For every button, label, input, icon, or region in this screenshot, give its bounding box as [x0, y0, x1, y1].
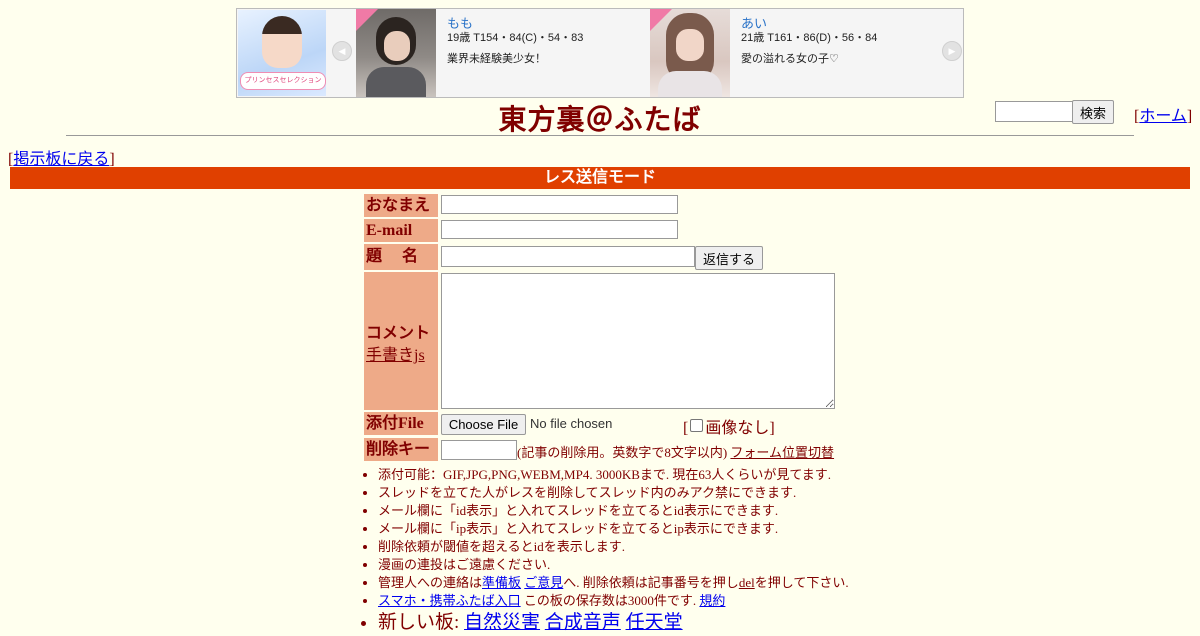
email-label: E-mail [364, 219, 438, 242]
form-position-toggle-link[interactable]: フォーム位置切替 [730, 445, 834, 460]
list-item: メール欄に「id表示」と入れてスレッドを立てるとid表示にできます. [378, 502, 938, 520]
comment-textarea[interactable] [441, 273, 835, 409]
submit-reply-button[interactable]: 返信する [695, 246, 763, 270]
ad-new-badge-icon [356, 9, 378, 31]
subject-label: 題 名 [364, 244, 438, 270]
list-item: スレッドを立てた人がレスを削除してスレッド内のみアク禁にできます. [378, 484, 938, 502]
home-link[interactable]: ホーム [1139, 108, 1187, 125]
list-item: スマホ・携帯ふたば入口 この板の保存数は3000件です. 規約 [378, 592, 938, 610]
ad-card[interactable]: もも 19歳 T154・84(C)・54・83 業界未経験美少女！ [356, 9, 648, 97]
search-button[interactable]: 検索 [1072, 100, 1114, 124]
no-image-label: 画像なし [705, 420, 770, 437]
choose-file-button[interactable]: Choose File [441, 414, 526, 435]
ad-logo-image[interactable]: プリンセスセレクション [238, 10, 326, 96]
subject-field[interactable] [441, 246, 695, 267]
file-status-text: No file chosen [530, 416, 613, 431]
feedback-link[interactable]: ご意見 [524, 575, 563, 590]
delete-key-label: 削除キー [364, 438, 438, 461]
header-divider [66, 135, 1134, 136]
home-link-group: [ホーム] [1134, 102, 1192, 126]
ad-logo-figure [262, 16, 302, 68]
ad-card-stats: 19歳 T154・84(C)・54・83 [447, 32, 584, 44]
name-field[interactable] [441, 195, 678, 214]
tegaki-link[interactable]: 手書きjs [366, 341, 425, 365]
delete-key-note: (記事の削除用。英数字で8文字以内) フォーム位置切替 [517, 442, 834, 461]
bracket-close: ] [109, 151, 115, 168]
name-label: おなまえ [364, 194, 438, 217]
comment-label: コメント [366, 325, 431, 342]
reply-mode-banner: レス送信モード [10, 167, 1190, 189]
del-link[interactable]: del [739, 575, 755, 590]
list-item: メール欄に「ip表示」と入れてスレッドを立てるとip表示にできます. [378, 520, 938, 538]
ad-photo-face [676, 29, 704, 61]
terms-link[interactable]: 規約 [699, 593, 725, 608]
ad-new-badge-icon [650, 9, 672, 31]
ad-photo[interactable] [356, 9, 436, 97]
ad-card-copy: 愛の溢れる女の子♡ [741, 53, 839, 65]
no-image-checkbox[interactable] [690, 419, 704, 432]
file-label: 添付File [364, 412, 438, 435]
ad-photo[interactable] [650, 9, 730, 97]
note-text: この板の保存数は3000件です. [520, 593, 700, 608]
note-text: を押して下さい. [754, 575, 849, 590]
email-field[interactable] [441, 220, 678, 239]
junbi-board-link[interactable]: 準備板 [482, 575, 521, 590]
search-input[interactable] [995, 101, 1075, 122]
note-text: へ. 削除依頼は記事番号を押し [563, 575, 739, 590]
delete-key-hint: (記事の削除用。英数字で8文字以内) [517, 445, 728, 460]
bracket-close: ] [1186, 108, 1193, 125]
ad-card-stats: 21歳 T161・86(D)・56・84 [741, 32, 878, 44]
list-item: 管理人への連絡は準備板 ご意見へ. 削除依頼は記事番号を押しdelを押して下さい… [378, 574, 938, 592]
mobile-entrance-link[interactable]: スマホ・携帯ふたば入口 [378, 593, 521, 608]
board-notes-list: 添付可能：GIF,JPG,PNG,WEBM,MP4. 3000KBまで. 現在6… [363, 466, 938, 636]
ad-banner[interactable]: プリンセスセレクション ◀ もも 19歳 T154・84(C)・54・83 業界… [236, 8, 964, 98]
ad-next-arrow-icon[interactable]: ▶ [942, 41, 962, 61]
list-item: 新しい板: 自然災害 合成音声 任天堂 [378, 610, 938, 636]
ad-photo-face [384, 31, 410, 61]
ad-photo-body [366, 67, 426, 97]
back-to-board-link[interactable]: 掲示板に戻る [13, 151, 109, 168]
no-image-group: [ 画像なし] [683, 414, 775, 438]
list-item: 添付可能：GIF,JPG,PNG,WEBM,MP4. 3000KBまで. 現在6… [378, 466, 938, 484]
list-item: 削除依頼が閾値を超えるとidを表示します. [378, 538, 938, 556]
ad-photo-body [658, 71, 722, 97]
back-link-group: [掲示板に戻る] [8, 145, 115, 169]
ad-card-copy: 業界未経験美少女！ [447, 53, 546, 65]
ad-prev-arrow-icon[interactable]: ◀ [332, 41, 352, 61]
list-item: 漫画の連投はご遠慮ください. [378, 556, 938, 574]
delete-key-field[interactable] [441, 440, 517, 460]
bracket-open: [ [683, 420, 689, 437]
note-text: 管理人への連絡は [378, 575, 483, 590]
ad-card[interactable]: あい 21歳 T161・86(D)・56・84 愛の溢れる女の子♡ [650, 9, 942, 97]
ad-logo-text: プリンセスセレクション [240, 72, 326, 90]
bracket-close: ] [769, 420, 775, 437]
